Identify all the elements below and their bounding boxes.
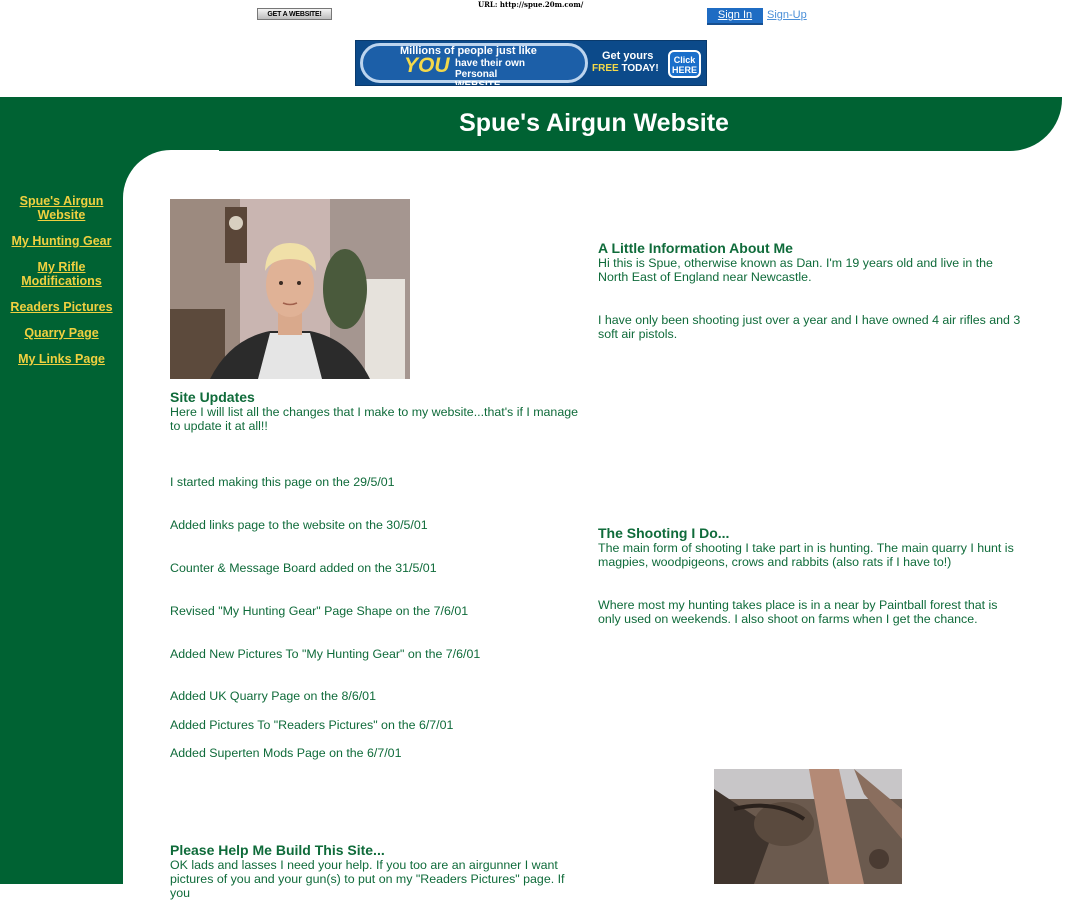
banner-ad[interactable]: Millions of people just like YOU have th… [355, 40, 707, 86]
update-item: Added UK Quarry Page on the 8/6/01 [170, 689, 376, 703]
nav-link-hunting-gear[interactable]: My Hunting Gear [0, 234, 123, 248]
sidebar-nav: Spue's Airgun Website My Hunting Gear My… [0, 194, 123, 378]
nav-link-quarry-page[interactable]: Quarry Page [0, 326, 123, 340]
banner-you: YOU [404, 54, 450, 77]
nav-link-readers-pictures[interactable]: Readers Pictures [0, 300, 123, 314]
page-title: Spue's Airgun Website [459, 109, 729, 137]
banner-free-today: FREE TODAY! [592, 63, 659, 74]
update-item: Added Pictures To "Readers Pictures" on … [170, 718, 454, 732]
help-heading: Please Help Me Build This Site... [170, 842, 385, 858]
about-paragraph-2: I have only been shooting just over a ye… [598, 313, 1021, 341]
banner-today-word: TODAY! [621, 63, 659, 74]
nav-link-home[interactable]: Spue's Airgun Website [0, 194, 123, 222]
get-website-button[interactable]: GET A WEBSITE! [257, 8, 332, 20]
site-updates-section: Site Updates Here I will list all the ch… [170, 389, 585, 433]
banner-click-here-button[interactable]: Click HERE [668, 50, 701, 78]
sign-in-button[interactable]: Sign In [707, 8, 763, 25]
help-text: OK lads and lasses I need your help. If … [170, 858, 565, 900]
update-item: Added Superten Mods Page on the 6/7/01 [170, 746, 402, 760]
quarry-photo-graphic [714, 769, 902, 884]
quarry-photo [714, 769, 902, 884]
banner-free-word: FREE [592, 63, 619, 74]
shooting-heading: The Shooting I Do... [598, 525, 730, 541]
portrait-photo [170, 199, 410, 379]
shooting-paragraph-1: The main form of shooting I take part in… [598, 541, 1014, 569]
nav-link-rifle-modifications[interactable]: My Rifle Modifications [0, 260, 123, 288]
shooting-section: The Shooting I Do... The main form of sh… [598, 525, 1023, 626]
shooting-paragraph-2: Where most my hunting takes place is in … [598, 598, 998, 626]
update-item: Added links page to the website on the 3… [170, 518, 428, 532]
update-item: Added New Pictures To "My Hunting Gear" … [170, 647, 481, 661]
about-heading: A Little Information About Me [598, 240, 793, 256]
banner-line2: have their own Personal WEBSITE [455, 58, 526, 86]
update-item: Revised "My Hunting Gear" Page Shape on … [170, 604, 469, 618]
site-updates-heading: Site Updates [170, 389, 255, 405]
site-updates-intro: Here I will list all the changes that I … [170, 405, 578, 433]
site-url: URL: http://spue.20m.com/ [478, 0, 584, 9]
update-item: I started making this page on the 29/5/0… [170, 475, 395, 489]
sign-up-link[interactable]: Sign-Up [767, 9, 807, 21]
banner-get-yours: Get yours [602, 50, 654, 62]
nav-link-links-page[interactable]: My Links Page [0, 352, 123, 366]
about-paragraph-1: Hi this is Spue, otherwise known as Dan.… [598, 256, 993, 284]
about-section: A Little Information About Me Hi this is… [598, 240, 1023, 341]
portrait-photo-graphic [170, 199, 410, 379]
help-section: Please Help Me Build This Site... OK lad… [170, 842, 585, 900]
update-item: Counter & Message Board added on the 31/… [170, 561, 437, 575]
